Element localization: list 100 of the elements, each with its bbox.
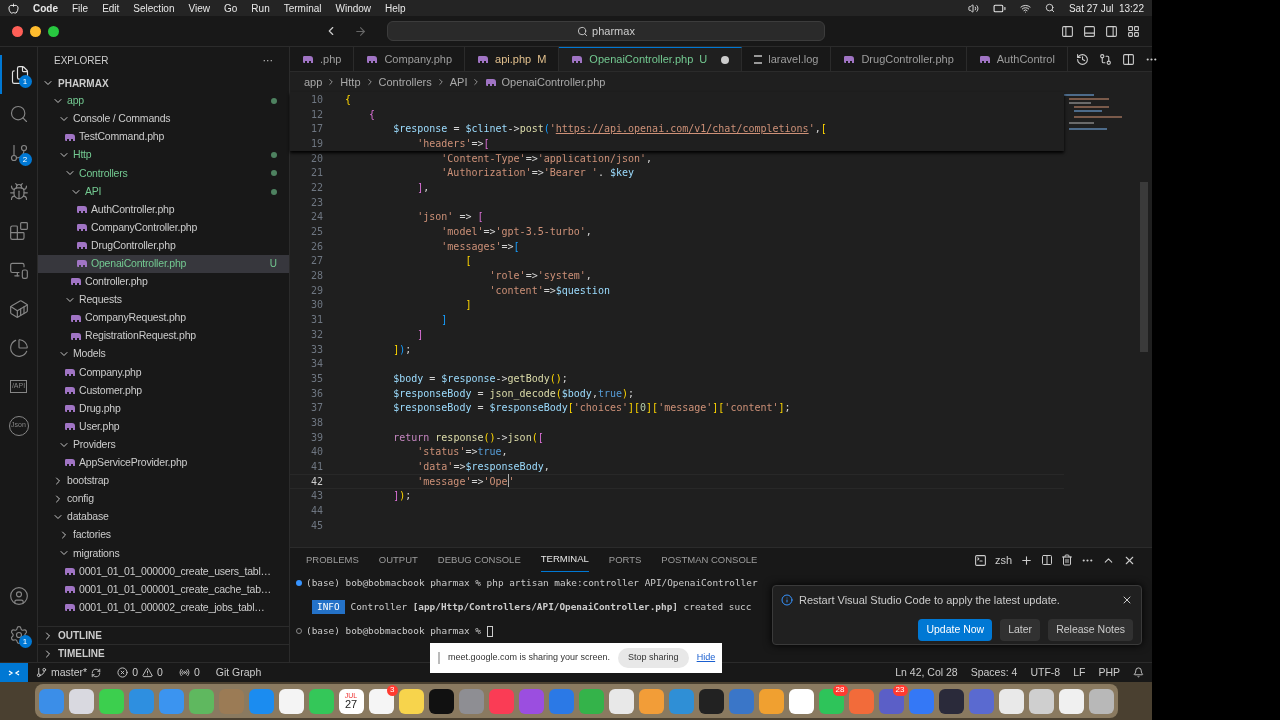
breadcrumb-item[interactable]: OpenaiController.php (501, 73, 606, 91)
menu-item[interactable]: Go (224, 0, 238, 16)
app-icon[interactable] (998, 688, 1024, 714)
status-item[interactable]: PHP (1098, 664, 1120, 681)
activity-button[interactable]: 2 (0, 133, 38, 172)
file-row[interactable]: Drug.php (38, 399, 289, 418)
folder-row[interactable]: Console / Commands (38, 110, 289, 129)
editor-tab[interactable]: laravel.log (742, 47, 832, 71)
panel-tab[interactable]: OUTPUT (378, 548, 418, 572)
folder-row[interactable]: Controllers (38, 164, 289, 183)
file-row[interactable]: CompanyController.php (38, 218, 289, 237)
menu-item[interactable]: File (72, 0, 89, 16)
notification-button[interactable]: Update Now (918, 618, 993, 641)
menu-item[interactable]: Selection (133, 0, 175, 16)
remote-button[interactable] (0, 662, 28, 683)
folder-row[interactable]: migrations (38, 544, 289, 563)
folder-row[interactable]: database (38, 508, 289, 527)
status-item[interactable]: Ln 42, Col 28 (895, 664, 958, 681)
folder-row[interactable]: bootstrap (38, 471, 289, 491)
file-row[interactable]: AppServiceProvider.php (38, 453, 289, 472)
branch-name[interactable]: master* (51, 664, 88, 681)
file-row[interactable]: TestCommand.php (38, 128, 289, 147)
warning-count[interactable]: 0 (157, 664, 163, 681)
folder-row[interactable]: Requests (38, 291, 289, 310)
activity-button[interactable]: 1 (0, 615, 38, 654)
app-icon[interactable] (1088, 688, 1114, 714)
panel-tab[interactable]: PORTS (608, 548, 642, 572)
app-icon[interactable] (698, 688, 724, 714)
minimize-button[interactable] (30, 25, 41, 37)
section-header[interactable]: OUTLINE (38, 626, 289, 644)
panel-tab[interactable]: TERMINAL (540, 548, 589, 572)
status-item[interactable]: Spaces: 4 (970, 664, 1018, 681)
file-row[interactable]: Company.php (38, 363, 289, 382)
menu-item[interactable]: Run (251, 0, 270, 16)
drag-handle[interactable] (438, 652, 440, 664)
section-header[interactable]: PHARMAX (38, 74, 289, 92)
editor-tab[interactable]: AuthControl (966, 47, 1068, 71)
file-row[interactable]: DrugController.php (38, 236, 289, 255)
app-icon[interactable] (68, 688, 94, 714)
panel-tab[interactable]: DEBUG CONSOLE (437, 548, 521, 572)
file-row[interactable]: RegistrationRequest.php (38, 327, 289, 346)
folder-row[interactable]: factories (38, 526, 289, 545)
menu-item[interactable]: Window (335, 0, 372, 16)
menu-item[interactable]: View (188, 0, 210, 16)
zoom-button[interactable] (48, 25, 59, 37)
breadcrumb-item[interactable]: Controllers (378, 73, 432, 91)
menu-item[interactable]: Edit (102, 0, 120, 16)
folder-row[interactable]: Providers (38, 435, 289, 454)
menu-item[interactable]: Help (385, 0, 406, 16)
file-row[interactable]: CompanyRequest.php (38, 309, 289, 328)
app-icon[interactable] (1058, 688, 1084, 714)
hide-link[interactable]: Hide (696, 651, 716, 665)
editor-tab[interactable]: DrugController.php (831, 47, 967, 71)
breadcrumb-item[interactable]: Http (340, 73, 361, 91)
folder-row[interactable]: config (38, 490, 289, 509)
minimap-drawing (1064, 94, 1122, 130)
file-row[interactable]: User.php (38, 417, 289, 436)
app-icon[interactable] (758, 688, 784, 714)
app-icon[interactable] (608, 688, 634, 714)
stop-sharing-button[interactable]: Stop sharing (618, 648, 689, 668)
app-icon[interactable] (938, 688, 964, 714)
file-row[interactable]: Controller.php (38, 272, 289, 292)
file-row[interactable]: 0001_01_01_000002_create_jobs_tabl… (38, 598, 289, 617)
command-center[interactable]: pharmax (387, 21, 825, 41)
file-row[interactable]: Customer.php (38, 381, 289, 400)
status-item[interactable]: UTF-8 (1030, 664, 1061, 681)
notification-button[interactable]: Release Notes (1048, 618, 1133, 641)
file-row[interactable]: AuthController.php (38, 200, 289, 219)
panel-tab[interactable]: PROBLEMS (306, 548, 359, 572)
folder-row[interactable]: API (38, 182, 289, 201)
code-token: ' (549, 122, 556, 137)
breadcrumb-item[interactable]: app (304, 73, 323, 91)
file-row[interactable]: OpenaiController.php U (38, 254, 289, 273)
panel-tab[interactable]: POSTMAN CONSOLE (661, 548, 758, 572)
notification-button[interactable]: Later (1000, 618, 1041, 641)
status-item[interactable]: LF (1073, 664, 1086, 681)
app-icon[interactable] (278, 688, 304, 714)
file-row[interactable]: 0001_01_01_000001_create_cache_tab… (38, 580, 289, 599)
editor-tab[interactable]: OpenaiController.php U (559, 47, 743, 71)
app-icon[interactable] (788, 688, 814, 714)
ports-count[interactable]: 0 (193, 664, 200, 681)
editor-tab[interactable]: Company.php (354, 47, 466, 71)
more-actions-button[interactable]: ··· (262, 52, 273, 69)
app-icon[interactable] (1028, 688, 1054, 714)
git-graph-button[interactable]: Git Graph (215, 664, 262, 681)
app-icon[interactable] (428, 688, 454, 714)
breadcrumb-item[interactable]: API (449, 73, 468, 91)
app-icon[interactable] (98, 688, 124, 714)
menu-item[interactable]: Terminal (283, 0, 322, 16)
app-icon[interactable] (398, 688, 424, 714)
error-count[interactable]: 0 (132, 664, 139, 681)
file-row[interactable]: 0001_01_01_000000_create_users_tabl… (38, 562, 289, 581)
shell-name[interactable]: zsh (994, 551, 1012, 569)
folder-row[interactable]: app (38, 92, 289, 111)
code-token: ( (555, 386, 562, 399)
app-menu[interactable]: Code (33, 0, 58, 16)
editor-tab[interactable]: .php (290, 47, 355, 71)
close-window-button[interactable] (12, 25, 23, 37)
folder-row[interactable]: Http (38, 146, 289, 165)
folder-row[interactable]: Models (38, 345, 289, 364)
